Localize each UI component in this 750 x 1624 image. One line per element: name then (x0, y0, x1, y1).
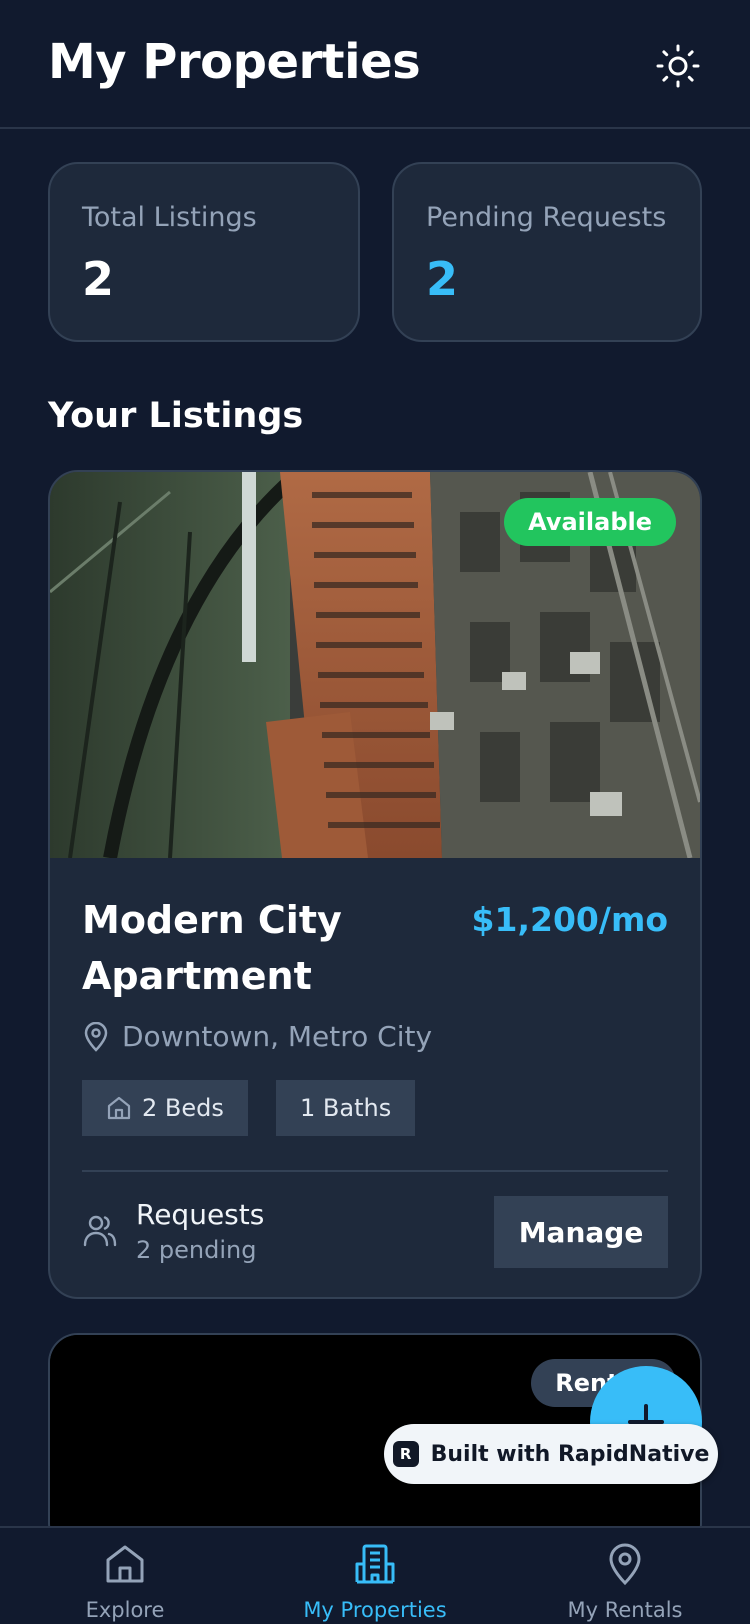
divider (82, 1170, 668, 1172)
section-title: Your Listings (48, 396, 304, 436)
tab-my-rentals[interactable]: My Rentals (500, 1528, 750, 1624)
property-price: $1,200/mo (471, 900, 668, 939)
property-title: Modern City Apartment (82, 898, 342, 998)
theme-toggle-button[interactable] (652, 40, 704, 92)
rapidnative-logo-icon: R (392, 1441, 419, 1467)
status-badge: Available (504, 498, 676, 546)
baths-label: 1 Baths (300, 1094, 392, 1122)
pending-requests-card: Pending Requests 2 (392, 162, 702, 342)
stat-label: Pending Requests (426, 202, 667, 233)
location-text: Downtown, Metro City (122, 1020, 433, 1053)
users-icon (82, 1212, 118, 1252)
listing-card[interactable]: Available Modern City Apartment $1,200/m… (48, 470, 702, 1299)
baths-chip: 1 Baths (276, 1080, 416, 1136)
sun-icon (656, 44, 700, 88)
stat-value: 2 (426, 252, 459, 306)
home-icon (107, 1096, 131, 1120)
tab-label: Explore (85, 1598, 165, 1622)
built-with-label: Built with RapidNative (430, 1441, 710, 1467)
requests-label: Requests (136, 1198, 265, 1231)
tab-explore[interactable]: Explore (0, 1528, 250, 1624)
beds-chip: 2 Beds (82, 1080, 248, 1136)
property-location: Downtown, Metro City (82, 1020, 432, 1053)
bottom-tab-bar: Explore My Properties My Rentals (0, 1526, 750, 1624)
tab-label: My Properties (303, 1598, 447, 1622)
map-pin-icon (609, 1543, 641, 1586)
stat-label: Total Listings (82, 202, 257, 233)
total-listings-card: Total Listings 2 (48, 162, 360, 342)
tab-my-properties[interactable]: My Properties (250, 1528, 500, 1624)
requests-pending: 2 pending (136, 1236, 257, 1264)
page-title: My Properties (48, 34, 421, 90)
tab-label: My Rentals (567, 1598, 683, 1622)
manage-button[interactable]: Manage (494, 1196, 668, 1268)
building-icon (355, 1544, 395, 1584)
built-with-badge[interactable]: R Built with RapidNative (384, 1424, 718, 1484)
beds-label: 2 Beds (142, 1094, 224, 1122)
map-pin-icon (84, 1021, 108, 1052)
app-header: My Properties (0, 0, 750, 129)
home-icon (106, 1545, 144, 1583)
stat-value: 2 (82, 252, 115, 306)
